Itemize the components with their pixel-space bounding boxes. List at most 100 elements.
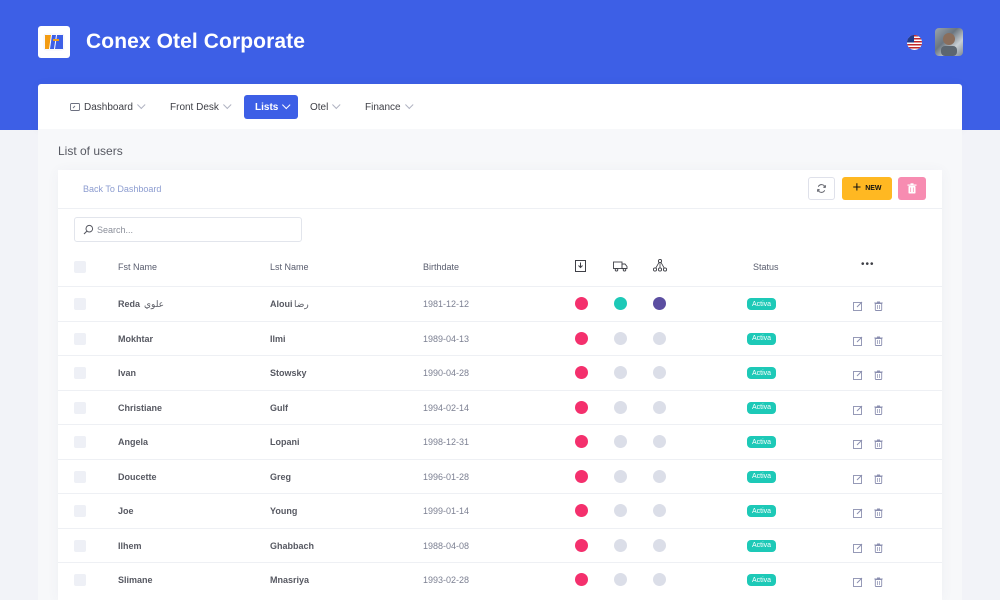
table-row[interactable]: Mokhtar Ilmi 1989-04-13 Activa xyxy=(58,320,942,356)
birthdate-cell: 1996-01-28 xyxy=(423,471,470,482)
status-dot[interactable] xyxy=(614,366,627,379)
birthdate-cell: 1988-04-08 xyxy=(423,540,470,551)
back-to-dashboard-link[interactable]: Back To Dashboard xyxy=(83,184,161,194)
status-dot[interactable] xyxy=(575,435,588,448)
last-name-extra: رضا xyxy=(294,299,309,309)
dashboard-icon xyxy=(70,103,80,111)
status-dot[interactable] xyxy=(614,538,627,552)
status-dot[interactable] xyxy=(653,400,666,414)
first-name-cell: Angela xyxy=(118,437,149,447)
status-dot[interactable] xyxy=(575,400,588,414)
column-first-name[interactable]: Fst Name xyxy=(118,262,157,272)
row-checkbox[interactable] xyxy=(74,298,86,310)
table-row[interactable]: Slimane Mnasriya 1993-02-28 Activa xyxy=(58,562,942,597)
table-row[interactable]: Joe Young 1999-01-14 Activa xyxy=(58,493,942,528)
status-dot[interactable] xyxy=(653,573,666,586)
table-row[interactable]: Ilhem Ghabbach 1988-04-08 Activa xyxy=(58,527,942,563)
last-name-cell: Ilmi xyxy=(270,333,286,344)
status-dot[interactable] xyxy=(575,331,588,345)
status-dot[interactable] xyxy=(614,331,627,345)
edit-icon[interactable] xyxy=(853,505,863,523)
status-dot[interactable] xyxy=(614,297,627,310)
table-row[interactable]: Doucette Greg 1996-01-28 Activa xyxy=(58,458,942,494)
status-dot[interactable] xyxy=(614,504,627,517)
row-checkbox[interactable] xyxy=(74,505,86,517)
status-badge: Activa xyxy=(747,332,777,345)
trash-icon[interactable] xyxy=(874,402,883,420)
trash-icon[interactable] xyxy=(874,436,883,454)
trash-icon[interactable] xyxy=(874,574,883,592)
refresh-button[interactable] xyxy=(808,177,835,200)
status-dot[interactable] xyxy=(614,469,627,483)
table-row[interactable]: Christiane Gulf 1994-02-14 Activa xyxy=(58,389,942,425)
first-name-cell: Christiane xyxy=(118,402,163,413)
search-input[interactable] xyxy=(97,222,287,238)
us-flag-icon[interactable] xyxy=(907,35,922,50)
last-name-cell: Greg xyxy=(270,471,292,482)
status-dot[interactable] xyxy=(575,366,588,379)
row-checkbox[interactable] xyxy=(74,470,86,483)
main-nav: Dashboard Front Desk Lists Otel Finance xyxy=(38,84,962,129)
row-checkbox[interactable] xyxy=(74,539,86,552)
status-dot[interactable] xyxy=(575,573,588,586)
status-dot[interactable] xyxy=(575,469,588,483)
edit-icon[interactable] xyxy=(853,471,863,489)
status-dot[interactable] xyxy=(653,469,666,483)
status-dot[interactable] xyxy=(575,297,588,310)
table-row[interactable]: Ivan Stowsky 1990-04-28 Activa xyxy=(58,355,942,390)
new-button[interactable]: + NEW xyxy=(842,177,892,200)
row-checkbox[interactable] xyxy=(74,436,86,448)
status-dot[interactable] xyxy=(653,538,666,552)
select-all-checkbox[interactable] xyxy=(74,261,86,273)
trash-icon[interactable] xyxy=(874,367,883,385)
edit-icon[interactable] xyxy=(853,540,863,558)
row-checkbox[interactable] xyxy=(74,574,86,586)
edit-icon[interactable] xyxy=(853,436,863,454)
table-row[interactable]: Angela Lopani 1998-12-31 Activa xyxy=(58,424,942,459)
plus-icon: + xyxy=(852,179,862,196)
first-name-cell: Doucette xyxy=(118,471,157,482)
status-dot[interactable] xyxy=(653,435,666,448)
app-logo[interactable] xyxy=(38,26,70,58)
status-dot[interactable] xyxy=(575,504,588,517)
status-dot[interactable] xyxy=(614,435,627,448)
column-status[interactable]: Status xyxy=(753,262,779,272)
status-dot[interactable] xyxy=(614,573,627,586)
user-avatar[interactable] xyxy=(935,28,963,56)
status-badge: Activa xyxy=(747,574,777,586)
trash-icon[interactable] xyxy=(874,505,883,523)
edit-icon[interactable] xyxy=(853,367,863,385)
trash-icon[interactable] xyxy=(874,540,883,558)
column-last-name[interactable]: Lst Name xyxy=(270,262,309,272)
app-title: Conex Otel Corporate xyxy=(86,30,306,53)
status-dot[interactable] xyxy=(575,538,588,552)
nav-item-dashboard[interactable]: Dashboard xyxy=(62,95,153,119)
trash-icon[interactable] xyxy=(874,333,883,351)
nav-item-otel[interactable]: Otel xyxy=(302,95,348,119)
trash-icon[interactable] xyxy=(874,471,883,489)
first-name-cell: Ilhem xyxy=(118,540,142,551)
nav-item-finance[interactable]: Finance xyxy=(357,95,421,119)
delete-button[interactable] xyxy=(898,177,926,200)
row-checkbox[interactable] xyxy=(74,367,86,379)
edit-icon[interactable] xyxy=(853,333,863,351)
status-dot[interactable] xyxy=(653,297,666,310)
status-dot[interactable] xyxy=(653,504,666,517)
network-icon xyxy=(652,258,668,277)
edit-icon[interactable] xyxy=(853,574,863,592)
nav-item-front-desk[interactable]: Front Desk xyxy=(162,95,239,119)
nav-item-lists[interactable]: Lists xyxy=(244,95,298,119)
table-row[interactable]: Reda علوي Aloui رضا 1981-12-12 Activa xyxy=(58,286,942,321)
edit-icon[interactable] xyxy=(853,402,863,420)
more-options-icon[interactable]: ••• xyxy=(861,259,875,270)
column-birthdate[interactable]: Birthdate xyxy=(423,262,459,272)
trash-icon[interactable] xyxy=(874,298,883,316)
status-dot[interactable] xyxy=(653,366,666,379)
first-name-cell: Slimane xyxy=(118,575,153,585)
status-dot[interactable] xyxy=(614,400,627,414)
row-checkbox[interactable] xyxy=(74,332,86,345)
row-checkbox[interactable] xyxy=(74,401,86,414)
last-name-cell: Lopani xyxy=(270,437,300,447)
edit-icon[interactable] xyxy=(853,298,863,316)
status-dot[interactable] xyxy=(653,331,666,345)
